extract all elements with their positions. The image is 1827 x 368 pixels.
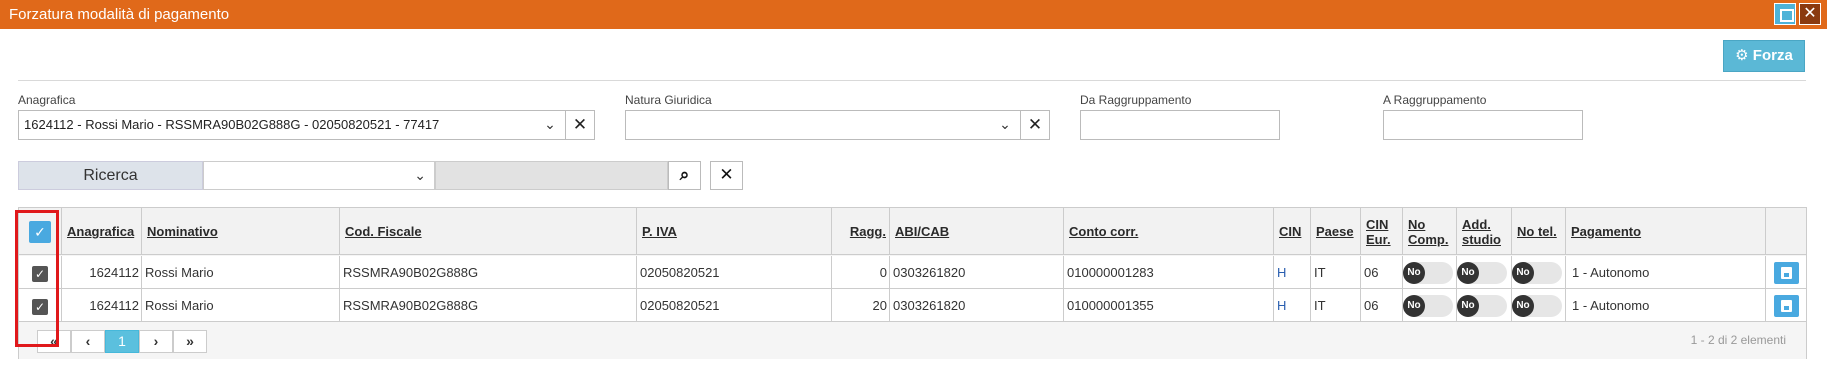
search-field-select[interactable]: ⌄ [203, 161, 435, 190]
col-add-studio[interactable]: Add. studio [1456, 208, 1511, 255]
grid-header: ✓ Anagrafica Nominativo Cod. Fiscale P. … [19, 208, 1806, 255]
cell-abicab: 0303261820 [889, 289, 1063, 322]
cell-conto-corr: 010000001283 [1063, 256, 1273, 289]
window-title: Forzatura modalità di pagamento [9, 6, 230, 23]
cell-add-studio: No [1456, 256, 1511, 289]
payment-grid: ✓ Anagrafica Nominativo Cod. Fiscale P. … [18, 207, 1807, 359]
natura-giuridica-select[interactable] [625, 110, 1021, 140]
cell-paese: IT [1310, 289, 1360, 322]
cell-piva: 02050820521 [636, 289, 831, 322]
cell-cin-eur: 06 [1360, 289, 1402, 322]
pager-info: 1 - 2 di 2 elementi [1690, 333, 1786, 347]
col-abicab[interactable]: ABI/CAB [889, 208, 1063, 255]
col-piva[interactable]: P. IVA [636, 208, 831, 255]
gears-icon: ⚙ [1735, 47, 1749, 64]
highlight-box [15, 210, 59, 347]
toggle-knob: No [1512, 262, 1534, 284]
da-raggruppamento-input[interactable] [1080, 110, 1280, 140]
page-1-button[interactable]: 1 [105, 330, 139, 353]
last-page-button[interactable]: » [173, 330, 207, 353]
toggle-knob: No [1403, 262, 1425, 284]
anagrafica-label: Anagrafica [18, 93, 76, 107]
cell-actions [1765, 256, 1806, 289]
divider [18, 80, 1806, 81]
cell-conto-corr: 010000001355 [1063, 289, 1273, 322]
cell-no-tel: No [1511, 256, 1565, 289]
col-no-comp[interactable]: No Comp. [1402, 208, 1456, 255]
prev-page-button[interactable]: ‹ [71, 330, 105, 353]
cell-piva: 02050820521 [636, 256, 831, 289]
ricerca-label: Ricerca [18, 161, 203, 190]
toggle-knob: No [1512, 295, 1534, 317]
cell-pagamento[interactable]: 1 - Autonomo [1565, 256, 1765, 289]
cell-actions [1765, 289, 1806, 322]
cell-abicab: 0303261820 [889, 256, 1063, 289]
chevron-down-icon: ⌄ [414, 167, 426, 183]
a-raggruppamento-input[interactable] [1383, 110, 1583, 140]
col-no-tel[interactable]: No tel. [1511, 208, 1565, 255]
no-comp-toggle[interactable]: No [1403, 262, 1453, 284]
search-input[interactable] [435, 161, 668, 190]
col-conto-corr[interactable]: Conto corr. [1063, 208, 1273, 255]
add-studio-toggle[interactable]: No [1457, 295, 1507, 317]
cell-cin: H [1273, 256, 1310, 289]
a-raggruppamento-label: A Raggruppamento [1383, 93, 1487, 107]
save-icon[interactable] [1774, 262, 1799, 284]
toggle-knob: No [1457, 295, 1479, 317]
table-row[interactable]: ✓ 1624112 Rossi Mario RSSMRA90B02G888G 0… [19, 289, 1806, 322]
toggle-knob: No [1457, 262, 1479, 284]
cell-cod-fiscale: RSSMRA90B02G888G [339, 256, 636, 289]
clear-natura-button[interactable]: ✕ [1020, 110, 1050, 140]
cell-cin-eur: 06 [1360, 256, 1402, 289]
close-button[interactable]: ✕ [1799, 3, 1821, 25]
cell-ragg: 0 [831, 256, 889, 289]
no-tel-toggle[interactable]: No [1512, 295, 1562, 317]
cell-no-tel: No [1511, 289, 1565, 322]
natura-giuridica-label: Natura Giuridica [625, 93, 712, 107]
clear-anagrafica-button[interactable]: ✕ [565, 110, 595, 140]
toggle-knob: No [1403, 295, 1425, 317]
table-row[interactable]: ✓ 1624112 Rossi Mario RSSMRA90B02G888G 0… [19, 256, 1806, 289]
cell-nominativo: Rossi Mario [141, 289, 339, 322]
cell-pagamento[interactable]: 1 - Autonomo [1565, 289, 1765, 322]
col-actions [1765, 208, 1806, 255]
forza-label: Forza [1752, 47, 1793, 64]
cell-no-comp: No [1402, 289, 1456, 322]
col-nominativo[interactable]: Nominativo [141, 208, 339, 255]
col-anagrafica[interactable]: Anagrafica [61, 208, 141, 255]
col-paese[interactable]: Paese [1310, 208, 1360, 255]
cell-no-comp: No [1402, 256, 1456, 289]
cell-ragg: 20 [831, 289, 889, 322]
col-cod-fiscale[interactable]: Cod. Fiscale [339, 208, 636, 255]
search-button[interactable]: ⌕ [668, 161, 701, 190]
add-studio-toggle[interactable]: No [1457, 262, 1507, 284]
chevron-down-icon[interactable]: ⌄ [536, 110, 564, 140]
save-icon[interactable] [1774, 295, 1799, 317]
col-pagamento[interactable]: Pagamento [1565, 208, 1765, 255]
cell-anagrafica: 1624112 [61, 256, 141, 289]
da-raggruppamento-label: Da Raggruppamento [1080, 93, 1192, 107]
cell-cin: H [1273, 289, 1310, 322]
clear-search-button[interactable]: ✕ [710, 161, 743, 190]
cell-cod-fiscale: RSSMRA90B02G888G [339, 289, 636, 322]
next-page-button[interactable]: › [139, 330, 173, 353]
no-comp-toggle[interactable]: No [1403, 295, 1453, 317]
chevron-down-icon[interactable]: ⌄ [991, 110, 1019, 140]
col-cin[interactable]: CIN [1273, 208, 1310, 255]
cell-paese: IT [1310, 256, 1360, 289]
anagrafica-select[interactable]: 1624112 - Rossi Mario - RSSMRA90B02G888G… [18, 110, 566, 140]
cell-add-studio: No [1456, 289, 1511, 322]
maximize-button[interactable] [1774, 3, 1796, 25]
cell-anagrafica: 1624112 [61, 289, 141, 322]
no-tel-toggle[interactable]: No [1512, 262, 1562, 284]
pager: « ‹ 1 › » 1 - 2 di 2 elementi [19, 322, 1806, 359]
forza-button[interactable]: ⚙ Forza [1723, 40, 1805, 72]
cell-nominativo: Rossi Mario [141, 256, 339, 289]
window-titlebar: Forzatura modalità di pagamento [0, 0, 1827, 29]
col-ragg[interactable]: Ragg. [831, 208, 889, 255]
col-cin-eur[interactable]: CIN Eur. [1360, 208, 1402, 255]
